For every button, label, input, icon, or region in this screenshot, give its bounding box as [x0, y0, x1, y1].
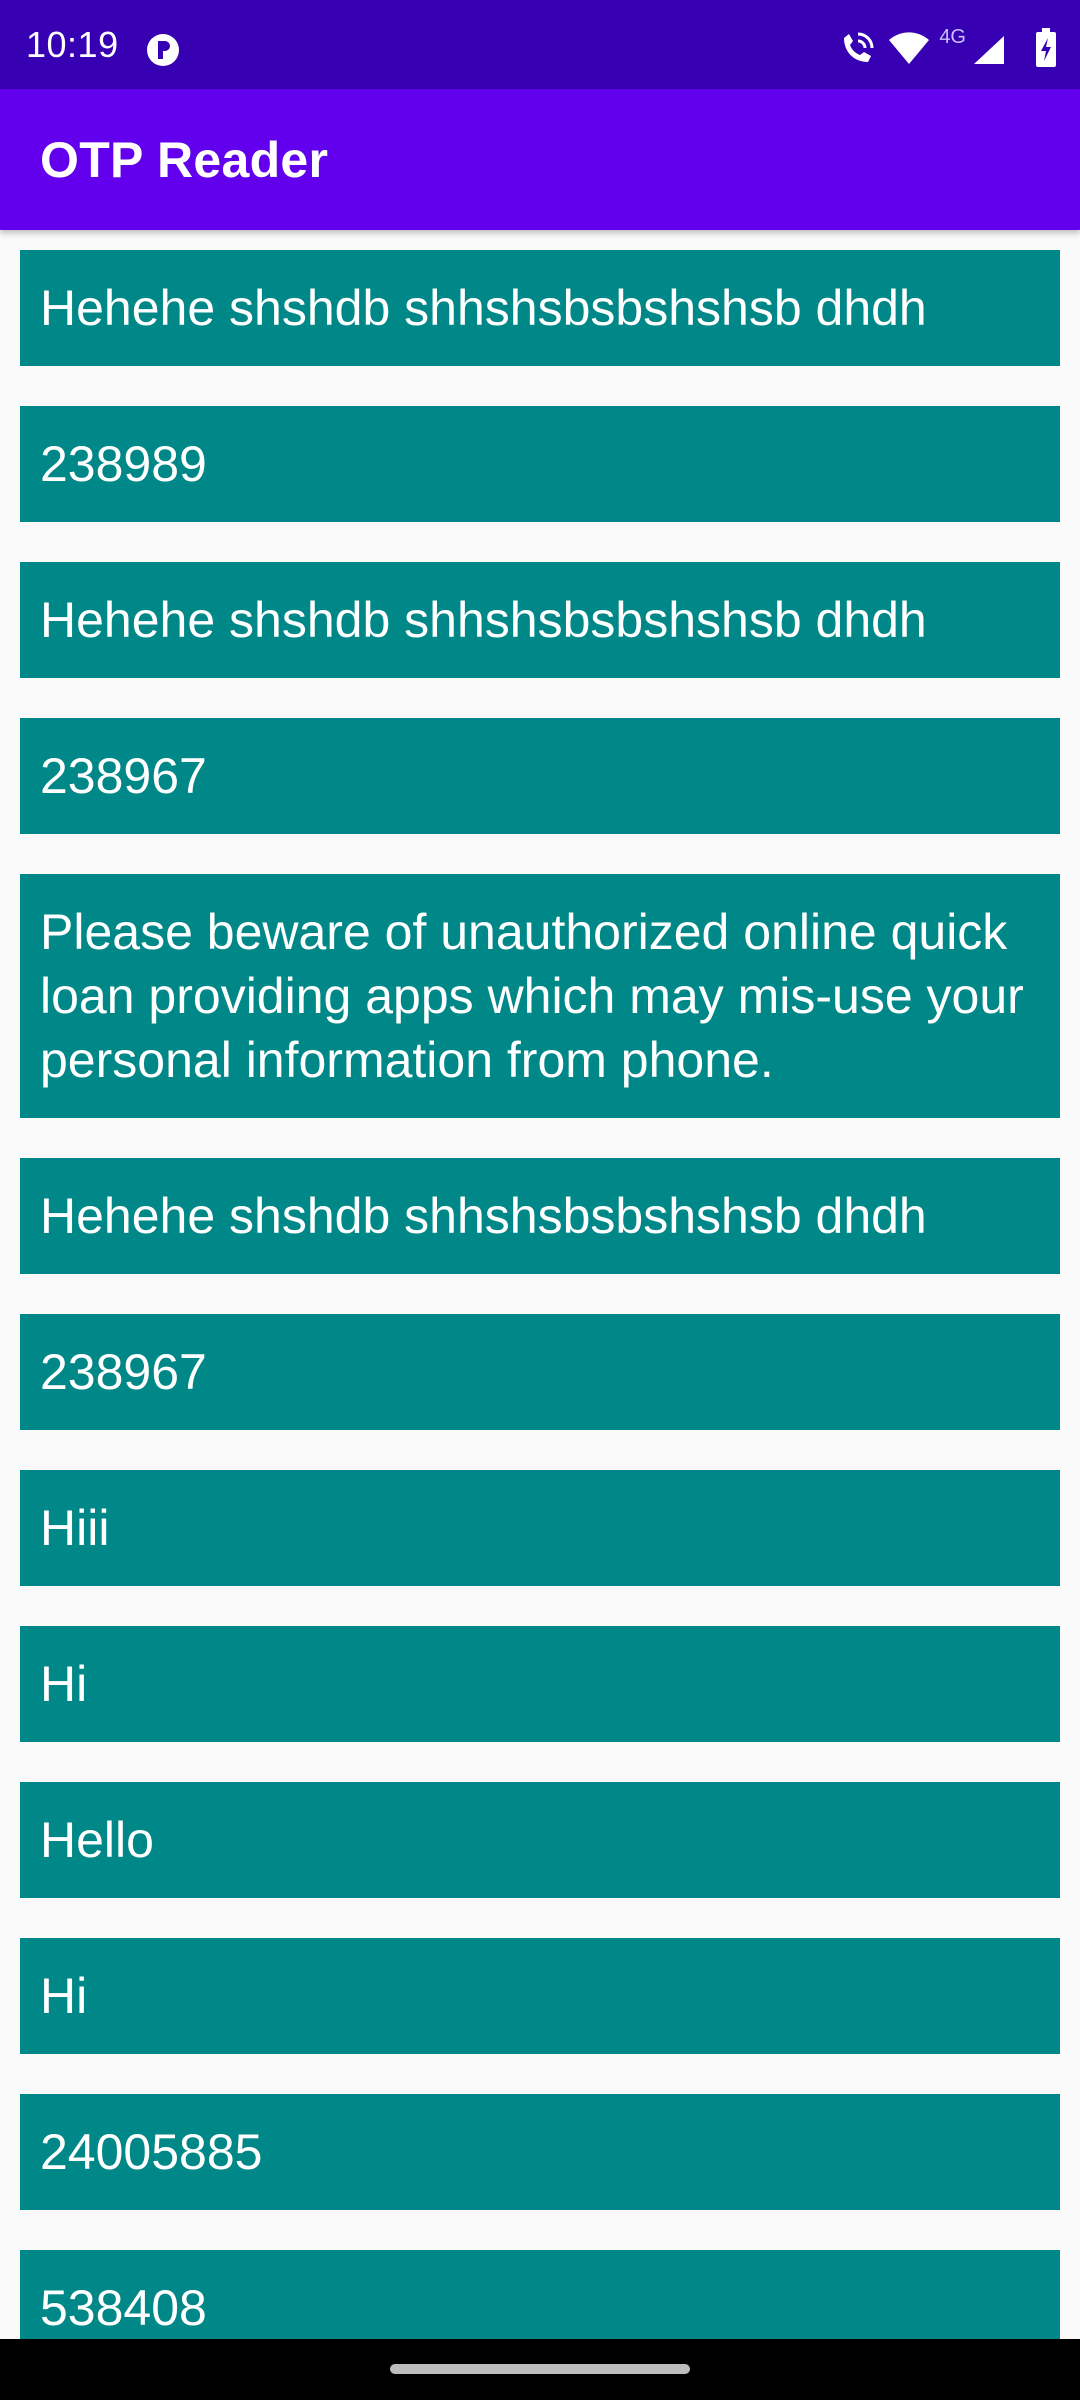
home-gesture-handle[interactable]	[390, 2364, 690, 2374]
list-item[interactable]: Hehehe shshdb shhshsbsbshshsb dhdh	[20, 250, 1060, 366]
battery-charging-icon	[1036, 28, 1056, 67]
wifi-calling-icon	[844, 32, 874, 62]
cell-signal-icon	[974, 36, 1004, 64]
list-item[interactable]: 24005885	[20, 2094, 1060, 2210]
app-bar: OTP Reader	[0, 89, 1080, 230]
list-item[interactable]: Hiii	[20, 1470, 1060, 1586]
status-time: 10:19	[26, 24, 119, 65]
message-list-content: Hehehe shshdb shhshsbsbshshsb dhdh 23898…	[20, 250, 1060, 2339]
list-item[interactable]: Please beware of unauthorized online qui…	[20, 874, 1060, 1118]
app-title: OTP Reader	[40, 132, 329, 188]
list-item[interactable]: 238967	[20, 1314, 1060, 1430]
wifi-icon	[889, 32, 929, 64]
list-item[interactable]: 238967	[20, 718, 1060, 834]
network-type-label: 4G	[939, 26, 966, 48]
navigation-bar	[0, 2339, 1080, 2400]
list-item[interactable]: 238989	[20, 406, 1060, 522]
status-bar: 10:19 4G	[0, 0, 1080, 89]
message-list[interactable]: Hehehe shshdb shhshsbsbshshsb dhdh 23898…	[0, 230, 1080, 2339]
list-item[interactable]: Hello	[20, 1782, 1060, 1898]
list-item[interactable]: Hehehe shshdb shhshsbsbshshsb dhdh	[20, 1158, 1060, 1274]
play-protect-icon	[147, 34, 179, 66]
list-item[interactable]: 538408	[20, 2250, 1060, 2339]
list-item[interactable]: Hi	[20, 1938, 1060, 2054]
list-item[interactable]: Hi	[20, 1626, 1060, 1742]
list-item[interactable]: Hehehe shshdb shhshsbsbshshsb dhdh	[20, 562, 1060, 678]
